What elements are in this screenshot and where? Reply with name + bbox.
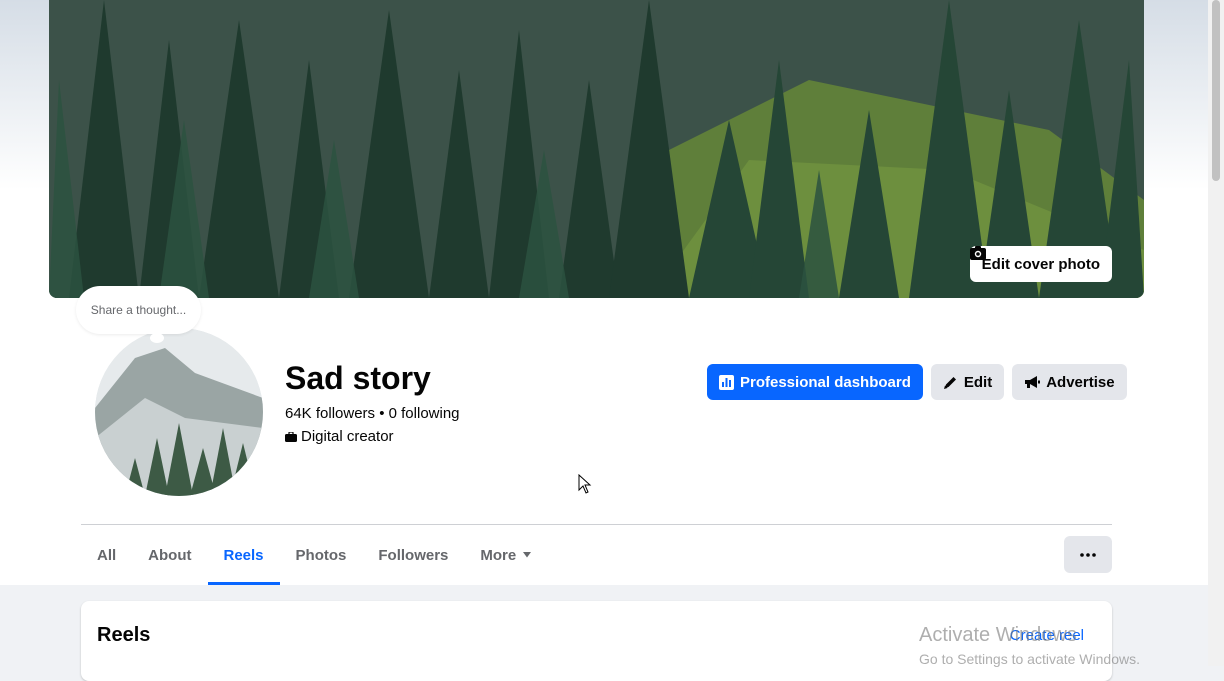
- follower-stats[interactable]: 64K followers • 0 following: [285, 405, 460, 422]
- tab-followers[interactable]: Followers: [362, 525, 464, 585]
- mouse-pointer-icon: [578, 474, 592, 494]
- advertise-label: Advertise: [1046, 373, 1115, 391]
- tab-label: More: [480, 546, 517, 564]
- tab-label: Reels: [223, 546, 264, 564]
- advertise-button[interactable]: Advertise: [1012, 364, 1127, 400]
- tab-reels[interactable]: Reels: [207, 525, 280, 585]
- tab-label: Photos: [295, 546, 347, 564]
- profile-picture-frame: [92, 325, 266, 499]
- dashboard-chart-icon: [719, 374, 734, 390]
- profile-name[interactable]: Sad story: [285, 360, 431, 397]
- profile-tabs: All About Reels Photos Followers More: [81, 525, 548, 585]
- thought-bubble-tail: [150, 333, 164, 343]
- tab-label: About: [148, 546, 192, 564]
- profile-picture[interactable]: [95, 328, 263, 496]
- profile-category: Digital creator: [285, 428, 394, 445]
- cover-photo[interactable]: Edit cover photo: [49, 0, 1144, 298]
- tab-about[interactable]: About: [132, 525, 207, 585]
- profile-actions: Professional dashboard Edit Advertise: [707, 364, 1127, 400]
- edit-cover-photo-button[interactable]: Edit cover photo: [969, 246, 1112, 282]
- professional-dashboard-label: Professional dashboard: [740, 373, 911, 391]
- profile-category-label: Digital creator: [301, 428, 394, 445]
- edit-cover-photo-label: Edit cover photo: [981, 255, 1100, 273]
- professional-dashboard-button[interactable]: Professional dashboard: [707, 364, 923, 400]
- megaphone-icon: [1025, 376, 1041, 388]
- edit-profile-label: Edit: [963, 373, 993, 391]
- scrollbar-thumb[interactable]: [1212, 0, 1220, 181]
- share-thought-bubble[interactable]: Share a thought...: [76, 286, 201, 334]
- briefcase-icon: [285, 431, 297, 442]
- pencil-icon: [943, 376, 956, 389]
- caret-down-icon: [523, 552, 532, 558]
- tab-label: Followers: [378, 546, 449, 564]
- watermark-title: Activate Windows: [919, 624, 1077, 646]
- camera-icon: [969, 246, 986, 260]
- reels-card-title: Reels: [97, 624, 151, 646]
- tab-more[interactable]: More: [464, 525, 548, 585]
- profile-options-button[interactable]: [1064, 536, 1112, 573]
- edit-profile-button[interactable]: Edit: [930, 364, 1005, 400]
- windows-activation-watermark: Activate Windows Go to Settings to activ…: [919, 624, 1140, 667]
- tab-photos[interactable]: Photos: [280, 525, 363, 585]
- tab-label: All: [97, 546, 117, 564]
- tab-all[interactable]: All: [81, 525, 132, 585]
- watermark-subtitle: Go to Settings to activate Windows.: [919, 651, 1140, 667]
- more-horizontal-icon: [1080, 552, 1096, 557]
- profile-picture-image: [95, 328, 263, 496]
